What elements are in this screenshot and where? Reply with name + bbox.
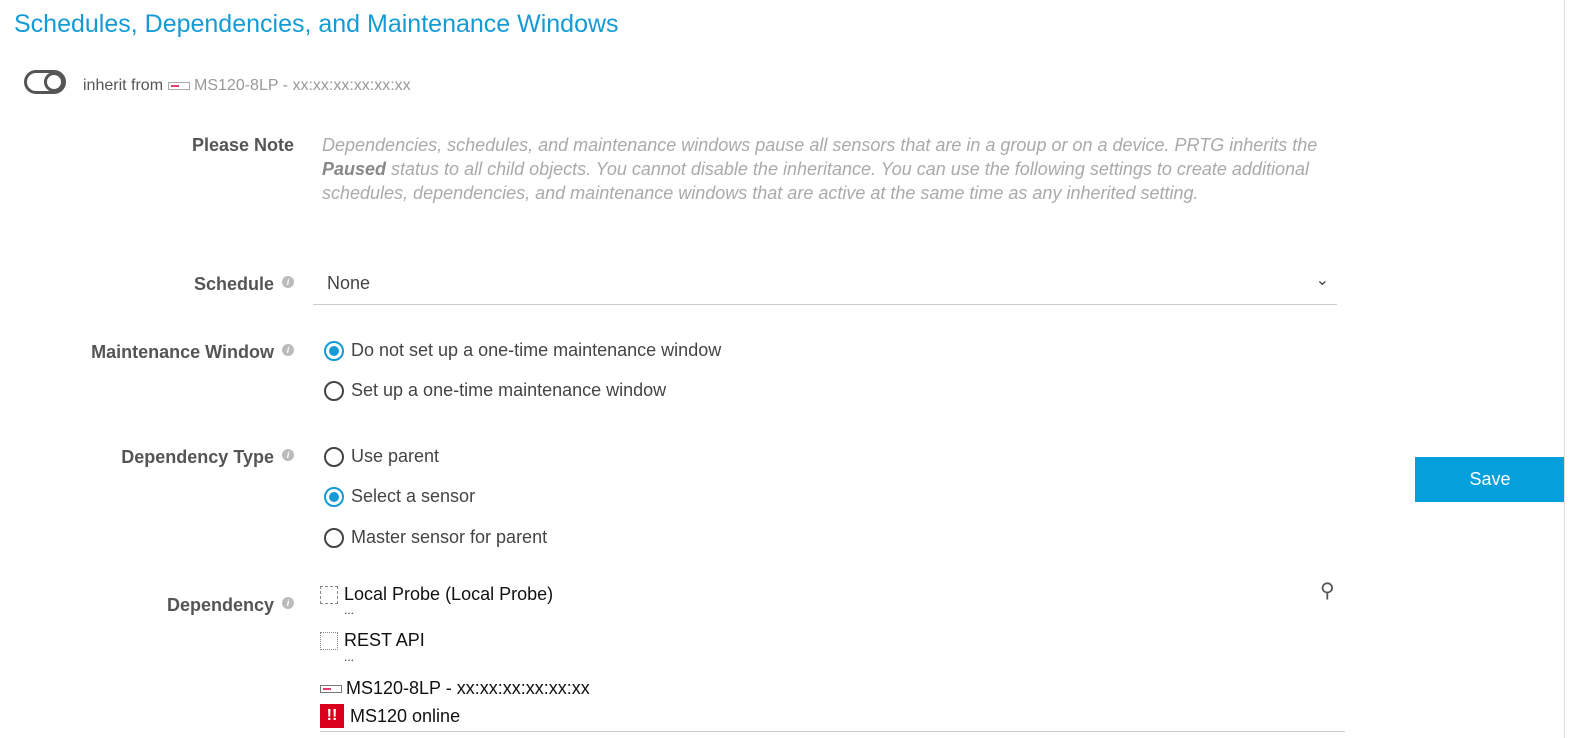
- chevron-down-icon: ⌄: [1315, 272, 1329, 289]
- search-icon[interactable]: ⚲: [1320, 578, 1335, 603]
- save-button[interactable]: Save: [1415, 457, 1565, 502]
- radio-use-parent[interactable]: Use parent: [324, 446, 439, 467]
- info-icon: i: [282, 276, 294, 288]
- info-icon: i: [282, 344, 294, 356]
- note-text: Dependencies, schedules, and maintenance…: [322, 135, 1318, 203]
- maintenance-label: Maintenance Window i: [91, 342, 294, 363]
- schedule-select[interactable]: None ⌄: [313, 264, 1337, 305]
- dependency-type-label: Dependency Type i: [121, 447, 294, 468]
- info-icon: i: [282, 597, 294, 609]
- probe-icon: [320, 585, 338, 604]
- inherit-label: inherit from: [83, 77, 164, 94]
- dependency-device[interactable]: MS120-8LP - xx:xx:xx:xx:xx:xx: [320, 678, 590, 699]
- page-title: Schedules, Dependencies, and Maintenance…: [14, 10, 619, 38]
- ellipsis: ...: [344, 650, 355, 664]
- dependency-sensor[interactable]: !! MS120 online: [320, 704, 460, 728]
- inherit-row: inherit from MS120-8LP - xx:xx:xx:xx:xx:…: [83, 77, 411, 95]
- note-label: Please Note: [191, 135, 294, 155]
- inherit-toggle[interactable]: [24, 70, 66, 94]
- device-icon: [168, 82, 191, 90]
- alert-icon: !!: [320, 704, 344, 728]
- radio-master-sensor[interactable]: Master sensor for parent: [324, 527, 547, 548]
- dependency-label: Dependency i: [167, 595, 294, 616]
- schedule-label: Schedule i: [194, 274, 294, 295]
- radio-set-maintenance[interactable]: Set up a one-time maintenance window: [324, 380, 666, 401]
- inherit-device: MS120-8LP - xx:xx:xx:xx:xx:xx: [194, 77, 411, 94]
- device-icon: [320, 684, 342, 693]
- ellipsis: ...: [344, 603, 355, 617]
- divider: [1564, 0, 1565, 738]
- radio-select-sensor[interactable]: Select a sensor: [324, 486, 475, 507]
- dependency-group[interactable]: REST API: [320, 630, 425, 651]
- group-icon: [320, 631, 338, 650]
- dependency-probe[interactable]: Local Probe (Local Probe): [320, 584, 553, 605]
- info-icon: i: [282, 449, 294, 461]
- radio-no-maintenance[interactable]: Do not set up a one-time maintenance win…: [324, 340, 721, 361]
- divider: [320, 731, 1345, 732]
